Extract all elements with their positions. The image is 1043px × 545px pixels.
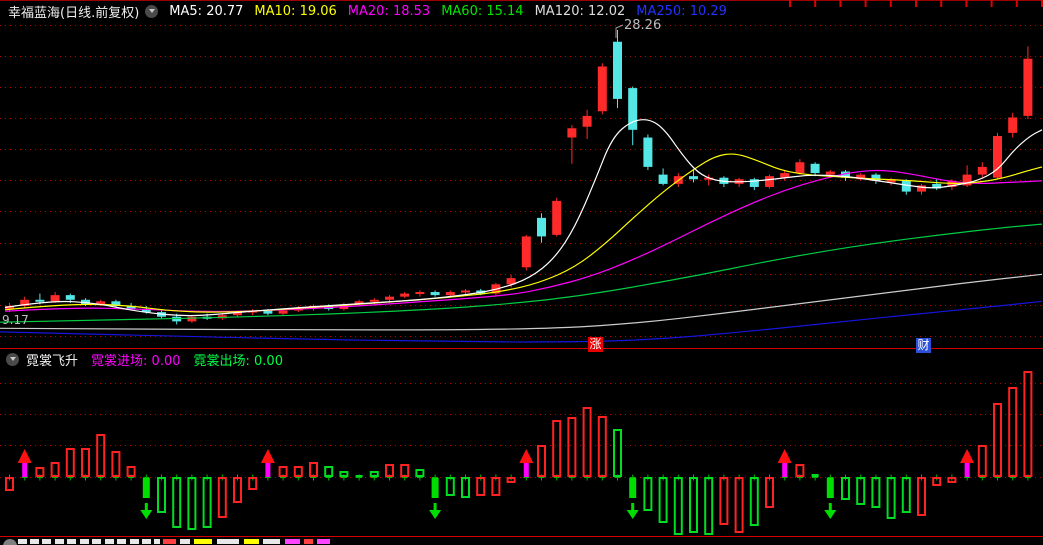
- high-price-annotation: 28.26: [624, 18, 662, 33]
- ma5-value: 20.77: [206, 3, 244, 19]
- indicator-name: 霓裳飞升: [26, 353, 79, 369]
- stock-title: 幸福蓝海(日线.前复权): [8, 5, 140, 21]
- indicator-collapse-icon[interactable]: [6, 352, 19, 366]
- ma10-value: 19.06: [299, 3, 337, 19]
- ma20-label: MA20:: [347, 3, 389, 19]
- indicator-exit-label: 霓裳出场:: [193, 353, 250, 369]
- indicator-entry-value: 0.00: [151, 353, 181, 369]
- ma-item-4: MA120: 12.02: [535, 4, 626, 19]
- indicator-exit-value: 0.00: [254, 353, 283, 369]
- ma5-label: MA5:: [169, 3, 203, 19]
- collapse-chevron-icon[interactable]: [145, 4, 159, 18]
- ma20-value: 18.53: [392, 3, 431, 19]
- ma10-label: MA10:: [254, 3, 296, 19]
- ma-item-0: MA5: 20.77: [169, 4, 243, 19]
- event-badge-zhang[interactable]: 涨: [588, 337, 603, 352]
- ma120-label: MA120:: [534, 3, 584, 19]
- ma-item-5: MA250: 10.29: [636, 4, 727, 19]
- main-chart-header: 幸福蓝海(日线.前复权) MA5: 20.77 MA10: 19.06 MA20…: [0, 0, 1043, 22]
- ind-item-0: 霓裳进场: 0.00: [91, 350, 180, 369]
- trading-app-window: 幸福蓝海(日线.前复权) MA5: 20.77 MA10: 19.06 MA20…: [0, 0, 1043, 545]
- ind-item-1: 霓裳出场: 0.00: [194, 350, 283, 369]
- ma120-value: 12.02: [588, 3, 626, 19]
- bottom-panel-header-clipped[interactable]: [0, 536, 1043, 545]
- chevron-down-icon: [148, 9, 155, 13]
- low-price-annotation: 9.17: [2, 313, 29, 327]
- ma-item-3: MA60: 15.14: [441, 4, 523, 19]
- ma60-label: MA60:: [441, 3, 483, 19]
- indicator-entry-label: 霓裳进场:: [91, 353, 148, 369]
- ma60-value: 15.14: [486, 3, 524, 19]
- indicator-header: 霓裳飞升 霓裳进场: 0.00 霓裳出场: 0.00: [0, 350, 1043, 369]
- chart-canvas[interactable]: [0, 0, 1043, 545]
- ma-item-2: MA20: 18.53: [348, 4, 430, 19]
- ma250-label: MA250:: [636, 3, 686, 19]
- ma-item-1: MA10: 19.06: [254, 4, 336, 19]
- chevron-down-icon: [9, 357, 16, 361]
- ma250-value: 10.29: [689, 3, 727, 19]
- event-badge-cai[interactable]: 财: [916, 338, 931, 353]
